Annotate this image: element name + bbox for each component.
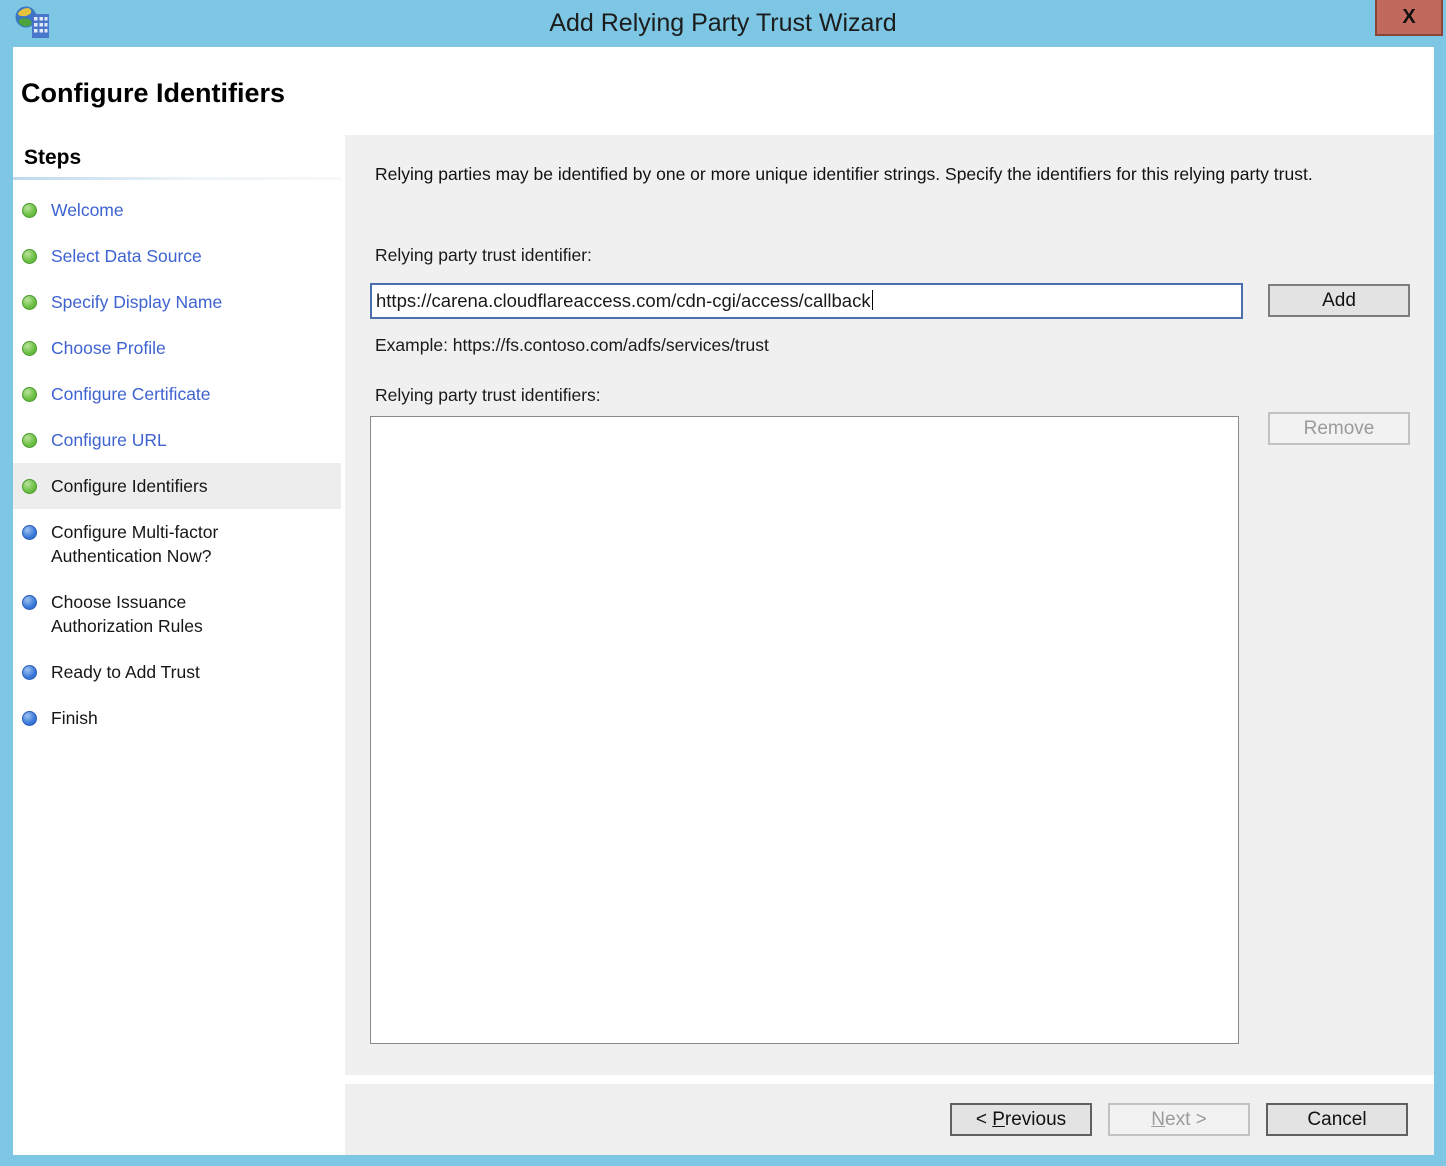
step-label: Configure Multi-factor Authentication No… bbox=[51, 520, 269, 568]
step-label: Configure URL bbox=[51, 428, 167, 452]
example-text: Example: https://fs.contoso.com/adfs/ser… bbox=[375, 335, 769, 356]
step-label: Select Data Source bbox=[51, 244, 202, 268]
step-item-configure-identifiers: Configure Identifiers bbox=[13, 463, 341, 509]
close-button[interactable]: X bbox=[1375, 0, 1443, 36]
step-item-finish: Finish bbox=[13, 695, 341, 741]
step-done-icon bbox=[22, 479, 37, 494]
page-header: Configure Identifiers bbox=[13, 47, 1434, 135]
next-button: Next > bbox=[1108, 1103, 1250, 1136]
step-label: Welcome bbox=[51, 198, 124, 222]
previous-button[interactable]: < Previous bbox=[950, 1103, 1092, 1136]
step-item-configure-url[interactable]: Configure URL bbox=[13, 417, 341, 463]
step-done-icon bbox=[22, 295, 37, 310]
step-item-choose-issuance-authorization-rules: Choose Issuance Authorization Rules bbox=[13, 579, 341, 649]
step-label: Specify Display Name bbox=[51, 290, 222, 314]
footer-bar: < Previous Next > Cancel bbox=[345, 1075, 1434, 1155]
main-panel: Relying parties may be identified by one… bbox=[345, 135, 1434, 1155]
identifier-value: https://carena.cloudflareaccess.com/cdn-… bbox=[376, 290, 871, 311]
step-pending-icon bbox=[22, 595, 37, 610]
step-done-icon bbox=[22, 203, 37, 218]
cancel-button[interactable]: Cancel bbox=[1266, 1103, 1408, 1136]
remove-button: Remove bbox=[1268, 412, 1410, 445]
identifier-field-label: Relying party trust identifier: bbox=[375, 245, 592, 266]
step-label: Configure Certificate bbox=[51, 382, 211, 406]
identifiers-list-label: Relying party trust identifiers: bbox=[375, 385, 601, 406]
step-item-specify-display-name[interactable]: Specify Display Name bbox=[13, 279, 341, 325]
steps-heading-divider bbox=[13, 177, 341, 180]
page-title: Configure Identifiers bbox=[21, 78, 285, 109]
intro-text: Relying parties may be identified by one… bbox=[375, 161, 1397, 188]
steps-heading: Steps bbox=[24, 146, 81, 170]
step-label: Choose Issuance Authorization Rules bbox=[51, 590, 269, 638]
window-title: Add Relying Party Trust Wizard bbox=[0, 9, 1446, 38]
steps-sidebar: Steps Welcome Select Data Source Specify D… bbox=[13, 135, 341, 1155]
step-done-icon bbox=[22, 341, 37, 356]
step-done-icon bbox=[22, 433, 37, 448]
step-label: Ready to Add Trust bbox=[51, 660, 200, 684]
steps-list: Welcome Select Data Source Specify Display… bbox=[13, 187, 341, 741]
step-item-choose-profile[interactable]: Choose Profile bbox=[13, 325, 341, 371]
dialog-body: Configure Identifiers Steps Welcome Selec… bbox=[13, 47, 1434, 1155]
step-item-welcome[interactable]: Welcome bbox=[13, 187, 341, 233]
text-caret bbox=[872, 290, 873, 310]
step-pending-icon bbox=[22, 525, 37, 540]
step-label: Configure Identifiers bbox=[51, 474, 208, 498]
step-item-ready-to-add-trust: Ready to Add Trust bbox=[13, 649, 341, 695]
step-done-icon bbox=[22, 387, 37, 402]
step-label: Finish bbox=[51, 706, 98, 730]
identifier-input[interactable]: https://carena.cloudflareaccess.com/cdn-… bbox=[370, 283, 1243, 319]
step-done-icon bbox=[22, 249, 37, 264]
step-item-configure-multi-factor-authentication-now: Configure Multi-factor Authentication No… bbox=[13, 509, 341, 579]
title-bar: Add Relying Party Trust Wizard X bbox=[0, 0, 1446, 47]
add-button[interactable]: Add bbox=[1268, 284, 1410, 317]
identifiers-listbox[interactable] bbox=[370, 416, 1239, 1044]
step-item-select-data-source[interactable]: Select Data Source bbox=[13, 233, 341, 279]
step-item-configure-certificate[interactable]: Configure Certificate bbox=[13, 371, 341, 417]
step-pending-icon bbox=[22, 711, 37, 726]
step-label: Choose Profile bbox=[51, 336, 166, 360]
step-pending-icon bbox=[22, 665, 37, 680]
wizard-window: Add Relying Party Trust Wizard X Configu… bbox=[0, 0, 1446, 1166]
